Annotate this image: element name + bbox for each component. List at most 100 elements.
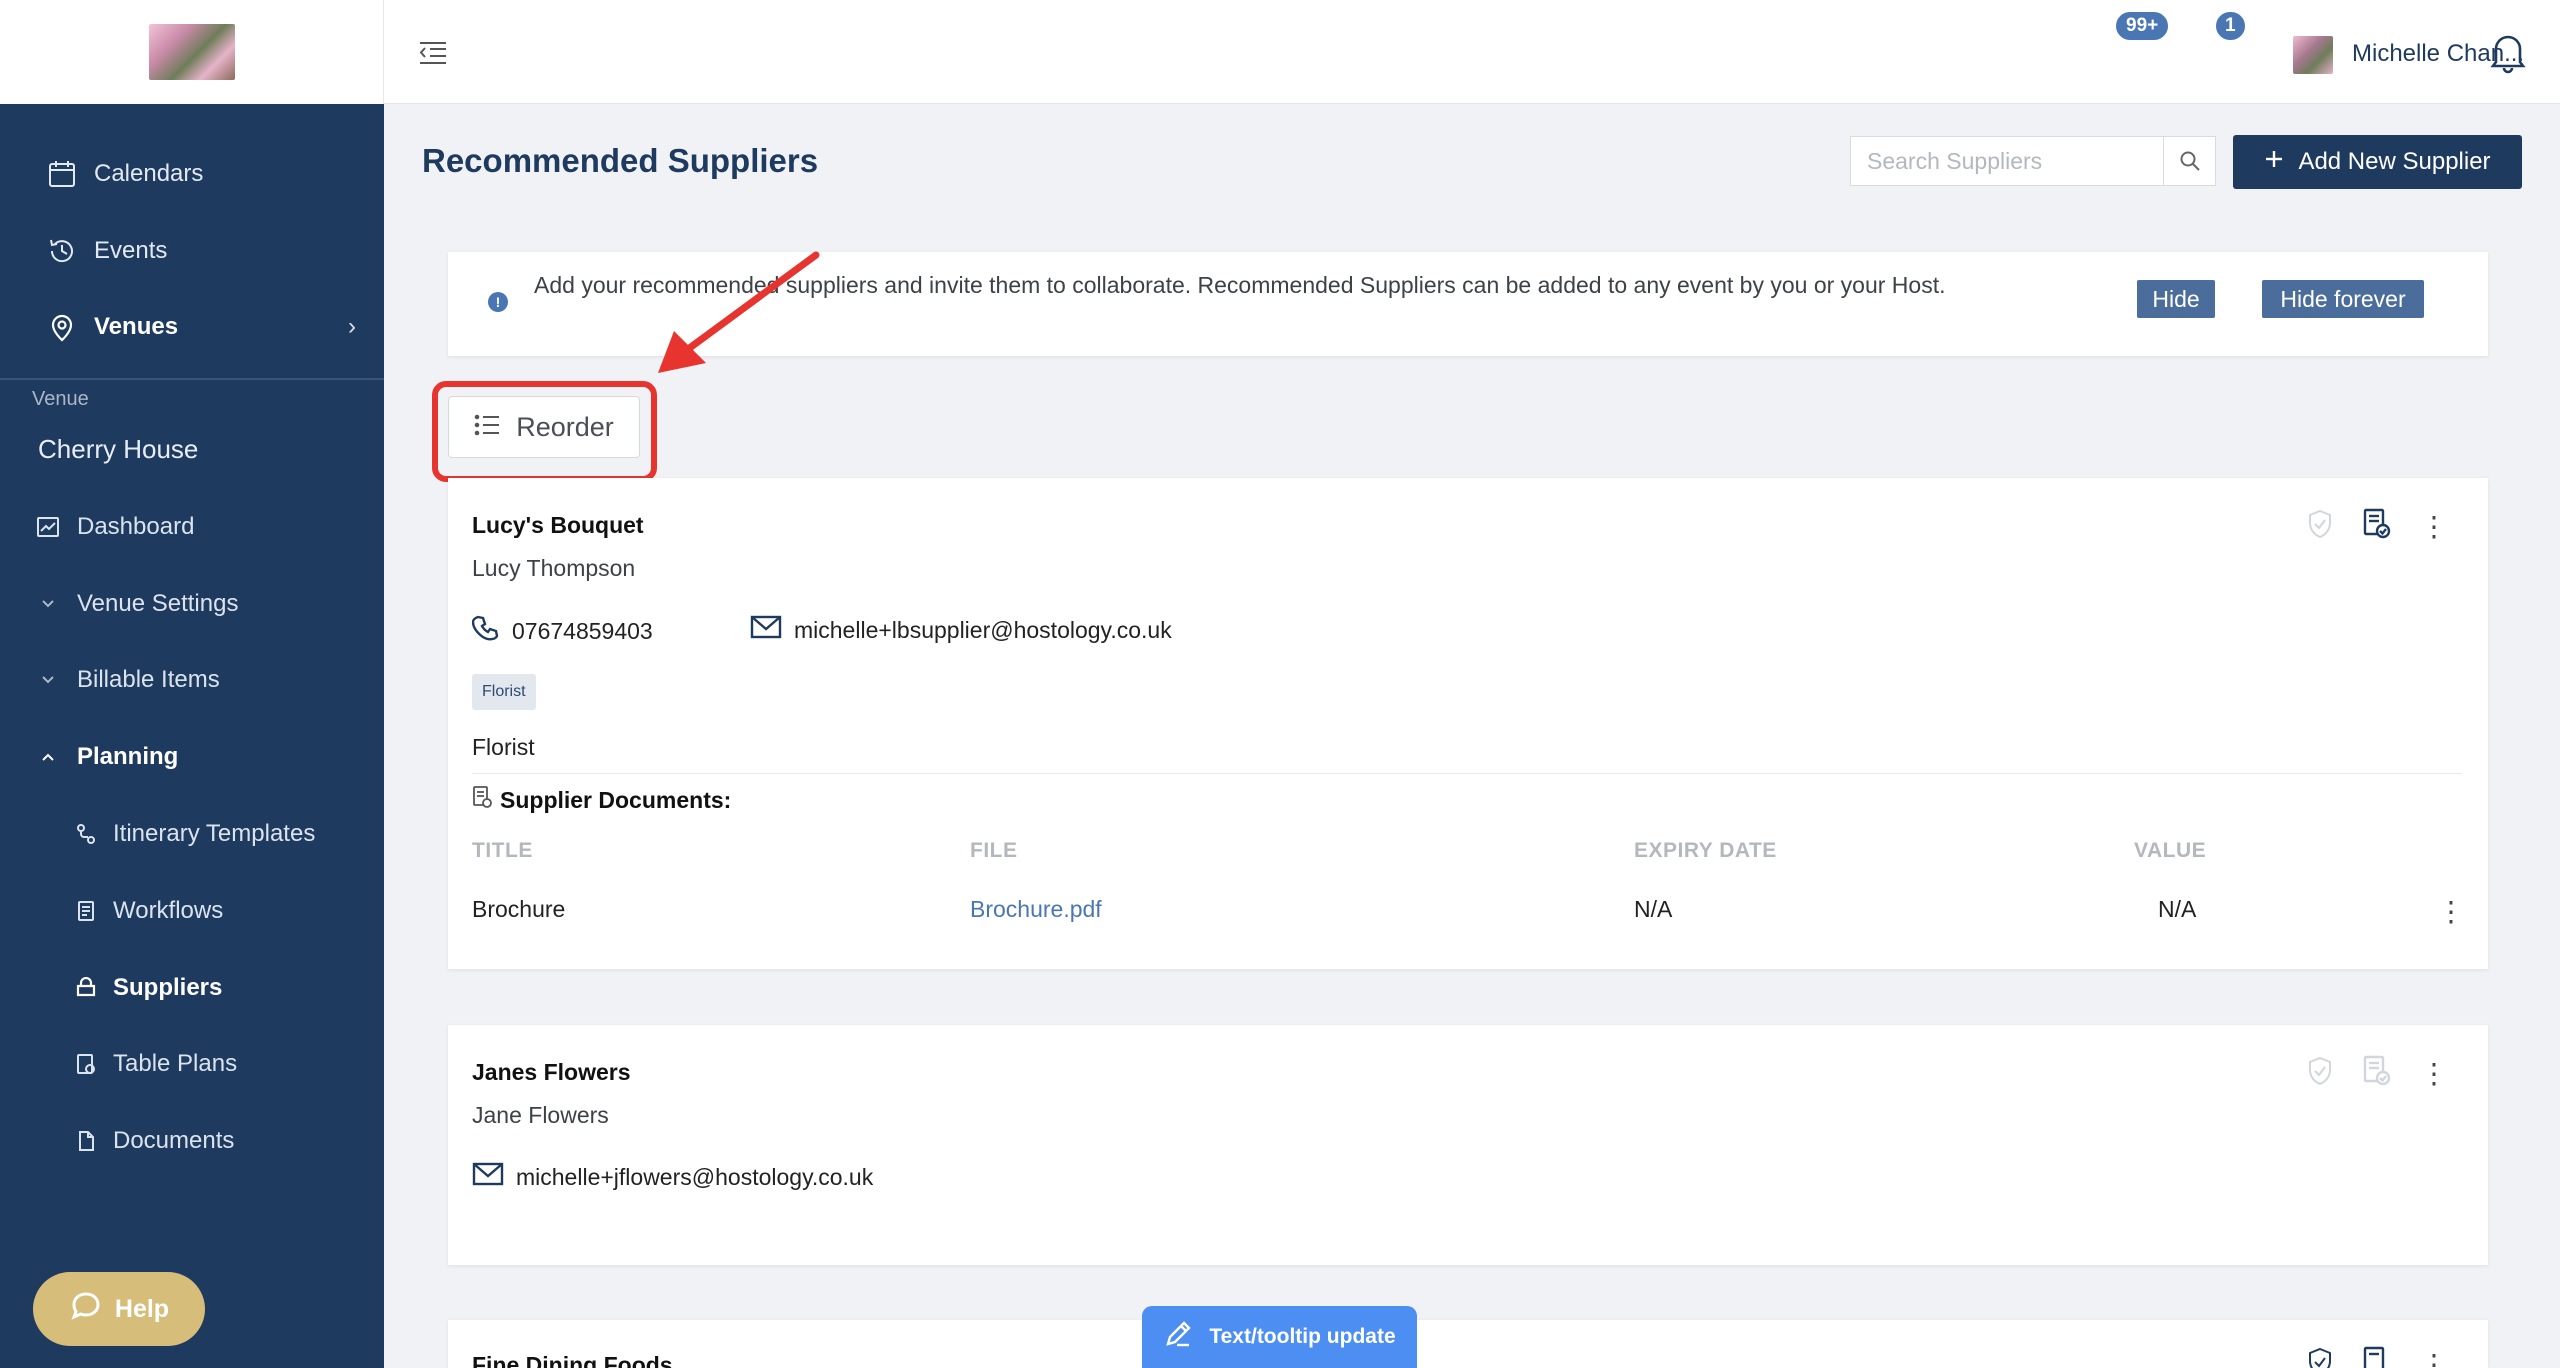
chevron-right-icon: › — [348, 313, 356, 340]
supplier-name[interactable]: Fine Dining Foods — [472, 1352, 673, 1368]
supplier-documents-title: Supplier Documents: — [472, 785, 731, 815]
hide-button[interactable]: Hide — [2137, 280, 2215, 318]
collapse-sidebar-icon[interactable] — [416, 36, 450, 70]
document-value-cell: N/A — [2158, 896, 2197, 922]
sidebar-item-itinerary-templates[interactable]: Itinerary Templates — [0, 804, 384, 864]
page-title: Recommended Suppliers — [422, 142, 819, 179]
more-options-icon[interactable]: ⋮ — [2420, 1350, 2448, 1368]
document-more-icon[interactable]: ⋮ — [2437, 898, 2465, 926]
sidebar: Calendars Events Venues › Venue Cherry H… — [0, 0, 384, 1368]
search-icon[interactable] — [2163, 137, 2215, 185]
sidebar-item-label: Venue Settings — [77, 590, 239, 617]
supplier-category: Florist — [472, 734, 535, 760]
add-new-supplier-button[interactable]: Add New Supplier — [2233, 135, 2522, 189]
sidebar-item-label: Itinerary Templates — [113, 820, 316, 847]
supplier-email[interactable]: michelle+jflowers@hostology.co.uk — [516, 1164, 873, 1191]
shield-check-icon[interactable] — [2306, 1347, 2334, 1368]
supplier-card: Fine Dining Foods ⋮ — [448, 1320, 2488, 1368]
sidebar-item-label: Table Plans — [113, 1050, 238, 1077]
documents-icon[interactable] — [2362, 1346, 2392, 1368]
search-input[interactable] — [1851, 137, 2163, 185]
chevron-down-icon — [34, 666, 62, 694]
hide-forever-button[interactable]: Hide forever — [2262, 280, 2424, 318]
sidebar-item-table-plans[interactable]: Table Plans — [0, 1034, 384, 1094]
document-file-link[interactable]: Brochure.pdf — [970, 896, 1102, 923]
calendar-icon — [46, 158, 78, 190]
supplier-contact: Jane Flowers — [472, 1102, 609, 1128]
map-pin-icon — [46, 311, 78, 343]
sidebar-item-suppliers[interactable]: Suppliers — [0, 958, 384, 1018]
notifications-badge: 99+ — [2114, 10, 2171, 42]
text-tooltip-update-button[interactable]: Text/tooltip update — [1142, 1306, 1417, 1368]
documents-icon[interactable] — [2362, 508, 2392, 545]
avatar[interactable] — [2293, 36, 2333, 74]
table-header-title: TITLE — [472, 839, 533, 862]
mail-icon — [750, 614, 782, 646]
info-icon: ! — [488, 292, 508, 312]
sidebar-item-label: Calendars — [94, 160, 204, 187]
pencil-icon — [1163, 1319, 1193, 1355]
add-new-supplier-label: Add New Supplier — [2298, 148, 2491, 175]
mail-icon — [472, 1161, 504, 1193]
supplier-name[interactable]: Janes Flowers — [472, 1059, 631, 1086]
chat-bubble-icon — [69, 1289, 103, 1330]
supplier-phone[interactable]: 07674859403 — [512, 618, 653, 645]
more-options-icon[interactable]: ⋮ — [2420, 512, 2448, 541]
help-button[interactable]: Help — [33, 1272, 205, 1346]
sidebar-item-venue-settings[interactable]: Venue Settings — [0, 574, 384, 634]
table-header-file: FILE — [970, 839, 1018, 862]
supplier-contact: Lucy Thompson — [472, 555, 636, 581]
supplier-card: Lucy's Bouquet Lucy Thompson 07674859403… — [448, 478, 2488, 969]
workflow-icon — [72, 897, 100, 925]
documents-icon[interactable] — [2362, 1055, 2392, 1092]
document-icon — [72, 1127, 100, 1155]
supplier-email[interactable]: michelle+lbsupplier@hostology.co.uk — [794, 617, 1172, 644]
sidebar-item-label: Venues — [94, 313, 179, 340]
shield-check-icon[interactable] — [2306, 509, 2334, 544]
supplier-card: Janes Flowers Jane Flowers michelle+jflo… — [448, 1025, 2488, 1265]
sidebar-divider — [0, 378, 384, 380]
text-tooltip-update-label: Text/tooltip update — [1209, 1325, 1396, 1348]
card-actions: ⋮ — [2306, 1055, 2448, 1092]
clock-history-icon — [46, 235, 78, 267]
chevron-down-icon — [34, 590, 62, 618]
store-icon — [72, 974, 100, 1002]
table-header-value: VALUE — [2134, 839, 2207, 862]
sidebar-item-documents[interactable]: Documents — [0, 1111, 384, 1171]
sidebar-item-venues[interactable]: Venues › — [0, 297, 384, 357]
card-actions: ⋮ — [2306, 1346, 2448, 1368]
supplier-name[interactable]: Lucy's Bouquet — [472, 512, 644, 539]
top-bar: 99+ 1 Michelle Chan... — [384, 0, 2560, 104]
email-row: michelle+lbsupplier@hostology.co.uk — [750, 614, 1172, 646]
sidebar-item-dashboard[interactable]: Dashboard — [0, 497, 384, 557]
document-check-icon — [472, 785, 492, 815]
plus-icon — [2264, 148, 2284, 176]
search-suppliers — [1850, 136, 2216, 186]
venue-name[interactable]: Cherry House — [38, 434, 198, 465]
table-plan-icon — [72, 1050, 100, 1078]
phone-row: 07674859403 — [471, 614, 653, 648]
phone-icon — [471, 614, 500, 648]
route-icon — [72, 820, 100, 848]
user-name[interactable]: Michelle Chan... — [2352, 40, 2524, 68]
sidebar-item-billable-items[interactable]: Billable Items — [0, 650, 384, 710]
more-options-icon[interactable]: ⋮ — [2420, 1059, 2448, 1088]
sidebar-item-planning[interactable]: Planning — [0, 727, 384, 787]
shield-check-icon[interactable] — [2306, 1056, 2334, 1091]
table-header-expiry-date: EXPIRY DATE — [1634, 839, 1777, 862]
chevron-up-icon — [34, 743, 62, 771]
logo[interactable] — [148, 24, 235, 80]
card-actions: ⋮ — [2306, 508, 2448, 545]
messages-badge: 1 — [2214, 10, 2247, 42]
document-title-cell: Brochure — [472, 896, 566, 922]
sidebar-item-calendars[interactable]: Calendars — [0, 144, 384, 204]
sidebar-item-label: Documents — [113, 1127, 235, 1154]
sidebar-item-label: Dashboard — [77, 513, 195, 540]
sidebar-item-events[interactable]: Events — [0, 221, 384, 281]
divider — [472, 773, 2462, 774]
sidebar-item-workflows[interactable]: Workflows — [0, 881, 384, 941]
email-row: michelle+jflowers@hostology.co.uk — [472, 1161, 873, 1193]
sidebar-item-label: Suppliers — [113, 974, 223, 1001]
help-label: Help — [114, 1294, 170, 1323]
sidebar-item-label: Events — [94, 237, 168, 264]
